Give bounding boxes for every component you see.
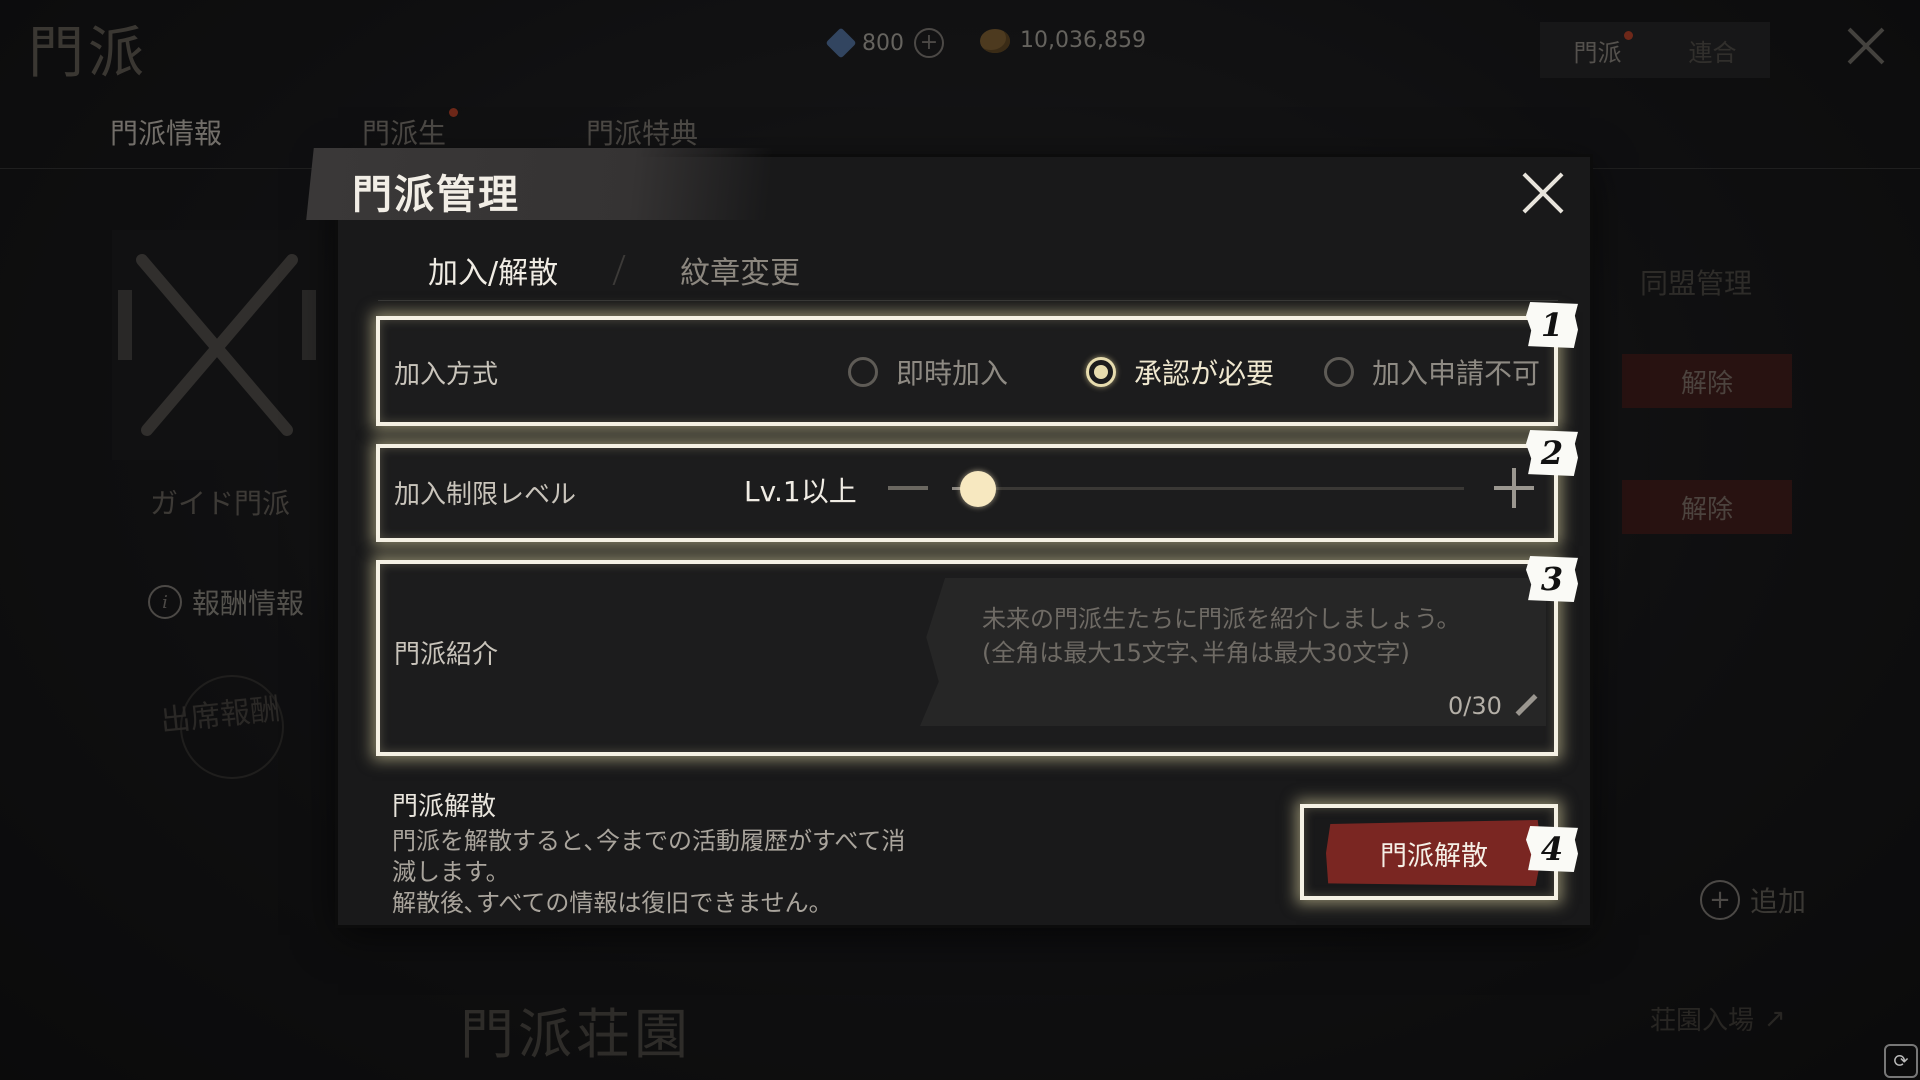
gem-currency: 800 + — [825, 27, 944, 59]
radio-no-application[interactable]: 加入申請不可 — [1324, 352, 1540, 392]
info-icon: i — [148, 585, 182, 619]
gem-icon — [825, 27, 857, 59]
add-label: 追加 — [1750, 885, 1807, 918]
tab-separator — [612, 255, 626, 285]
placeholder-line: 未来の門派生たちに門派を紹介しましょう。 — [982, 605, 1461, 633]
reward-info-label: 報酬情報 — [192, 587, 305, 620]
modal-title: 門派管理 — [352, 172, 520, 218]
slider-knob[interactable] — [959, 471, 996, 507]
radio-circle — [848, 357, 878, 387]
guild-emblem — [112, 230, 322, 460]
tab-guild-members[interactable]: 門派生 — [362, 108, 459, 152]
tab-guild[interactable]: 門派 — [1540, 30, 1655, 68]
dissolve-desc-line: 解散後､すべての情報は復旧できません。 — [392, 889, 833, 917]
notification-dot — [1624, 30, 1633, 40]
dissolve-description: 門派を解散すると､今までの活動履歴がすべて消 滅します。 解散後､すべての情報は… — [392, 826, 952, 919]
modal-tabs: 加入/解散 紋章変更 — [428, 248, 800, 292]
guild-tabs: 門派情報 門派生 門派特典 — [110, 108, 698, 152]
step-badge: 3 — [1526, 556, 1578, 602]
tab-guild-label: 門派 — [1573, 38, 1622, 67]
char-count: 0/30 — [1448, 692, 1502, 720]
tab-union[interactable]: 連合 — [1655, 33, 1770, 68]
add-gems-icon[interactable]: + — [914, 28, 944, 58]
modal-close-icon[interactable] — [1520, 170, 1566, 216]
add-button[interactable]: + 追加 — [1700, 880, 1806, 920]
release-button[interactable]: 解除 — [1622, 354, 1792, 408]
close-icon[interactable] — [1846, 26, 1886, 66]
tab-join-dissolve[interactable]: 加入/解散 — [428, 248, 558, 292]
reward-info-link[interactable]: i 報酬情報 — [148, 582, 304, 622]
radio-label: 即時加入 — [896, 357, 1009, 390]
tab-guild-perks[interactable]: 門派特典 — [586, 112, 698, 152]
step-badge: 1 — [1526, 302, 1578, 348]
dissolve-desc-line: 滅します。 — [392, 858, 510, 886]
dissolve-title: 門派解散 — [392, 792, 497, 822]
guild-name: ガイド門派 — [149, 487, 290, 520]
app-title: 門派 — [28, 21, 148, 86]
step-badge: 2 — [1526, 430, 1578, 476]
radio-circle-checked — [1086, 357, 1116, 387]
level-slider[interactable] — [952, 471, 1464, 507]
level-limit-label: 加入制限レベル — [394, 480, 577, 510]
tab-emblem-change[interactable]: 紋章変更 — [680, 248, 800, 292]
dissolve-desc-line: 門派を解散すると､今までの活動履歴がすべて消 — [392, 827, 906, 855]
gem-amount: 800 — [862, 30, 904, 56]
top-tab-bar: 門派 連合 — [1540, 22, 1770, 78]
radio-instant-join[interactable]: 即時加入 — [848, 352, 1008, 392]
slider-minus-icon[interactable] — [888, 486, 928, 490]
crossed-swords-icon — [112, 230, 322, 460]
step-badge: 4 — [1526, 826, 1578, 872]
estate-enter-link[interactable]: 荘園入場 ↗ — [1650, 1000, 1786, 1037]
placeholder-line: (全角は最大15文字､半角は最大30文字) — [982, 639, 1410, 667]
arrow-icon: ↗ — [1764, 1003, 1786, 1034]
radio-label: 加入申請不可 — [1372, 357, 1541, 390]
join-method-label: 加入方式 — [394, 360, 499, 390]
slider-plus-icon[interactable] — [1494, 468, 1534, 508]
gold-amount: 10,036,859 — [1020, 28, 1146, 53]
radio-approval-required[interactable]: 承認が必要 — [1086, 352, 1274, 392]
introduction-placeholder: 未来の門派生たちに門派を紹介しましょう。 (全角は最大15文字､半角は最大30文… — [982, 602, 1502, 670]
introduction-label: 門派紹介 — [394, 640, 499, 670]
tab-underline — [378, 300, 1558, 301]
coin-icon — [980, 28, 1010, 53]
estate-enter-label: 荘園入場 — [1650, 1006, 1755, 1036]
tab-union-label: 連合 — [1688, 38, 1737, 67]
tab-guild-info[interactable]: 門派情報 — [110, 112, 222, 152]
notification-dot — [449, 108, 459, 117]
tab-guild-members-label: 門派生 — [362, 117, 447, 150]
radio-label: 承認が必要 — [1134, 357, 1275, 390]
release-button[interactable]: 解除 — [1622, 480, 1792, 534]
pencil-icon[interactable] — [1514, 694, 1540, 720]
gold-currency: 10,036,859 — [980, 28, 1146, 53]
estate-title: 門派荘園 — [460, 1003, 692, 1066]
dissolve-guild-button[interactable]: 門派解散 — [1326, 820, 1542, 886]
refresh-icon[interactable]: ⟳ — [1884, 1044, 1918, 1078]
level-value: Lv.1以上 — [744, 475, 857, 508]
plus-icon: + — [1700, 880, 1740, 920]
alliance-manage-label: 同盟管理 — [1640, 267, 1753, 300]
radio-circle — [1324, 357, 1354, 387]
